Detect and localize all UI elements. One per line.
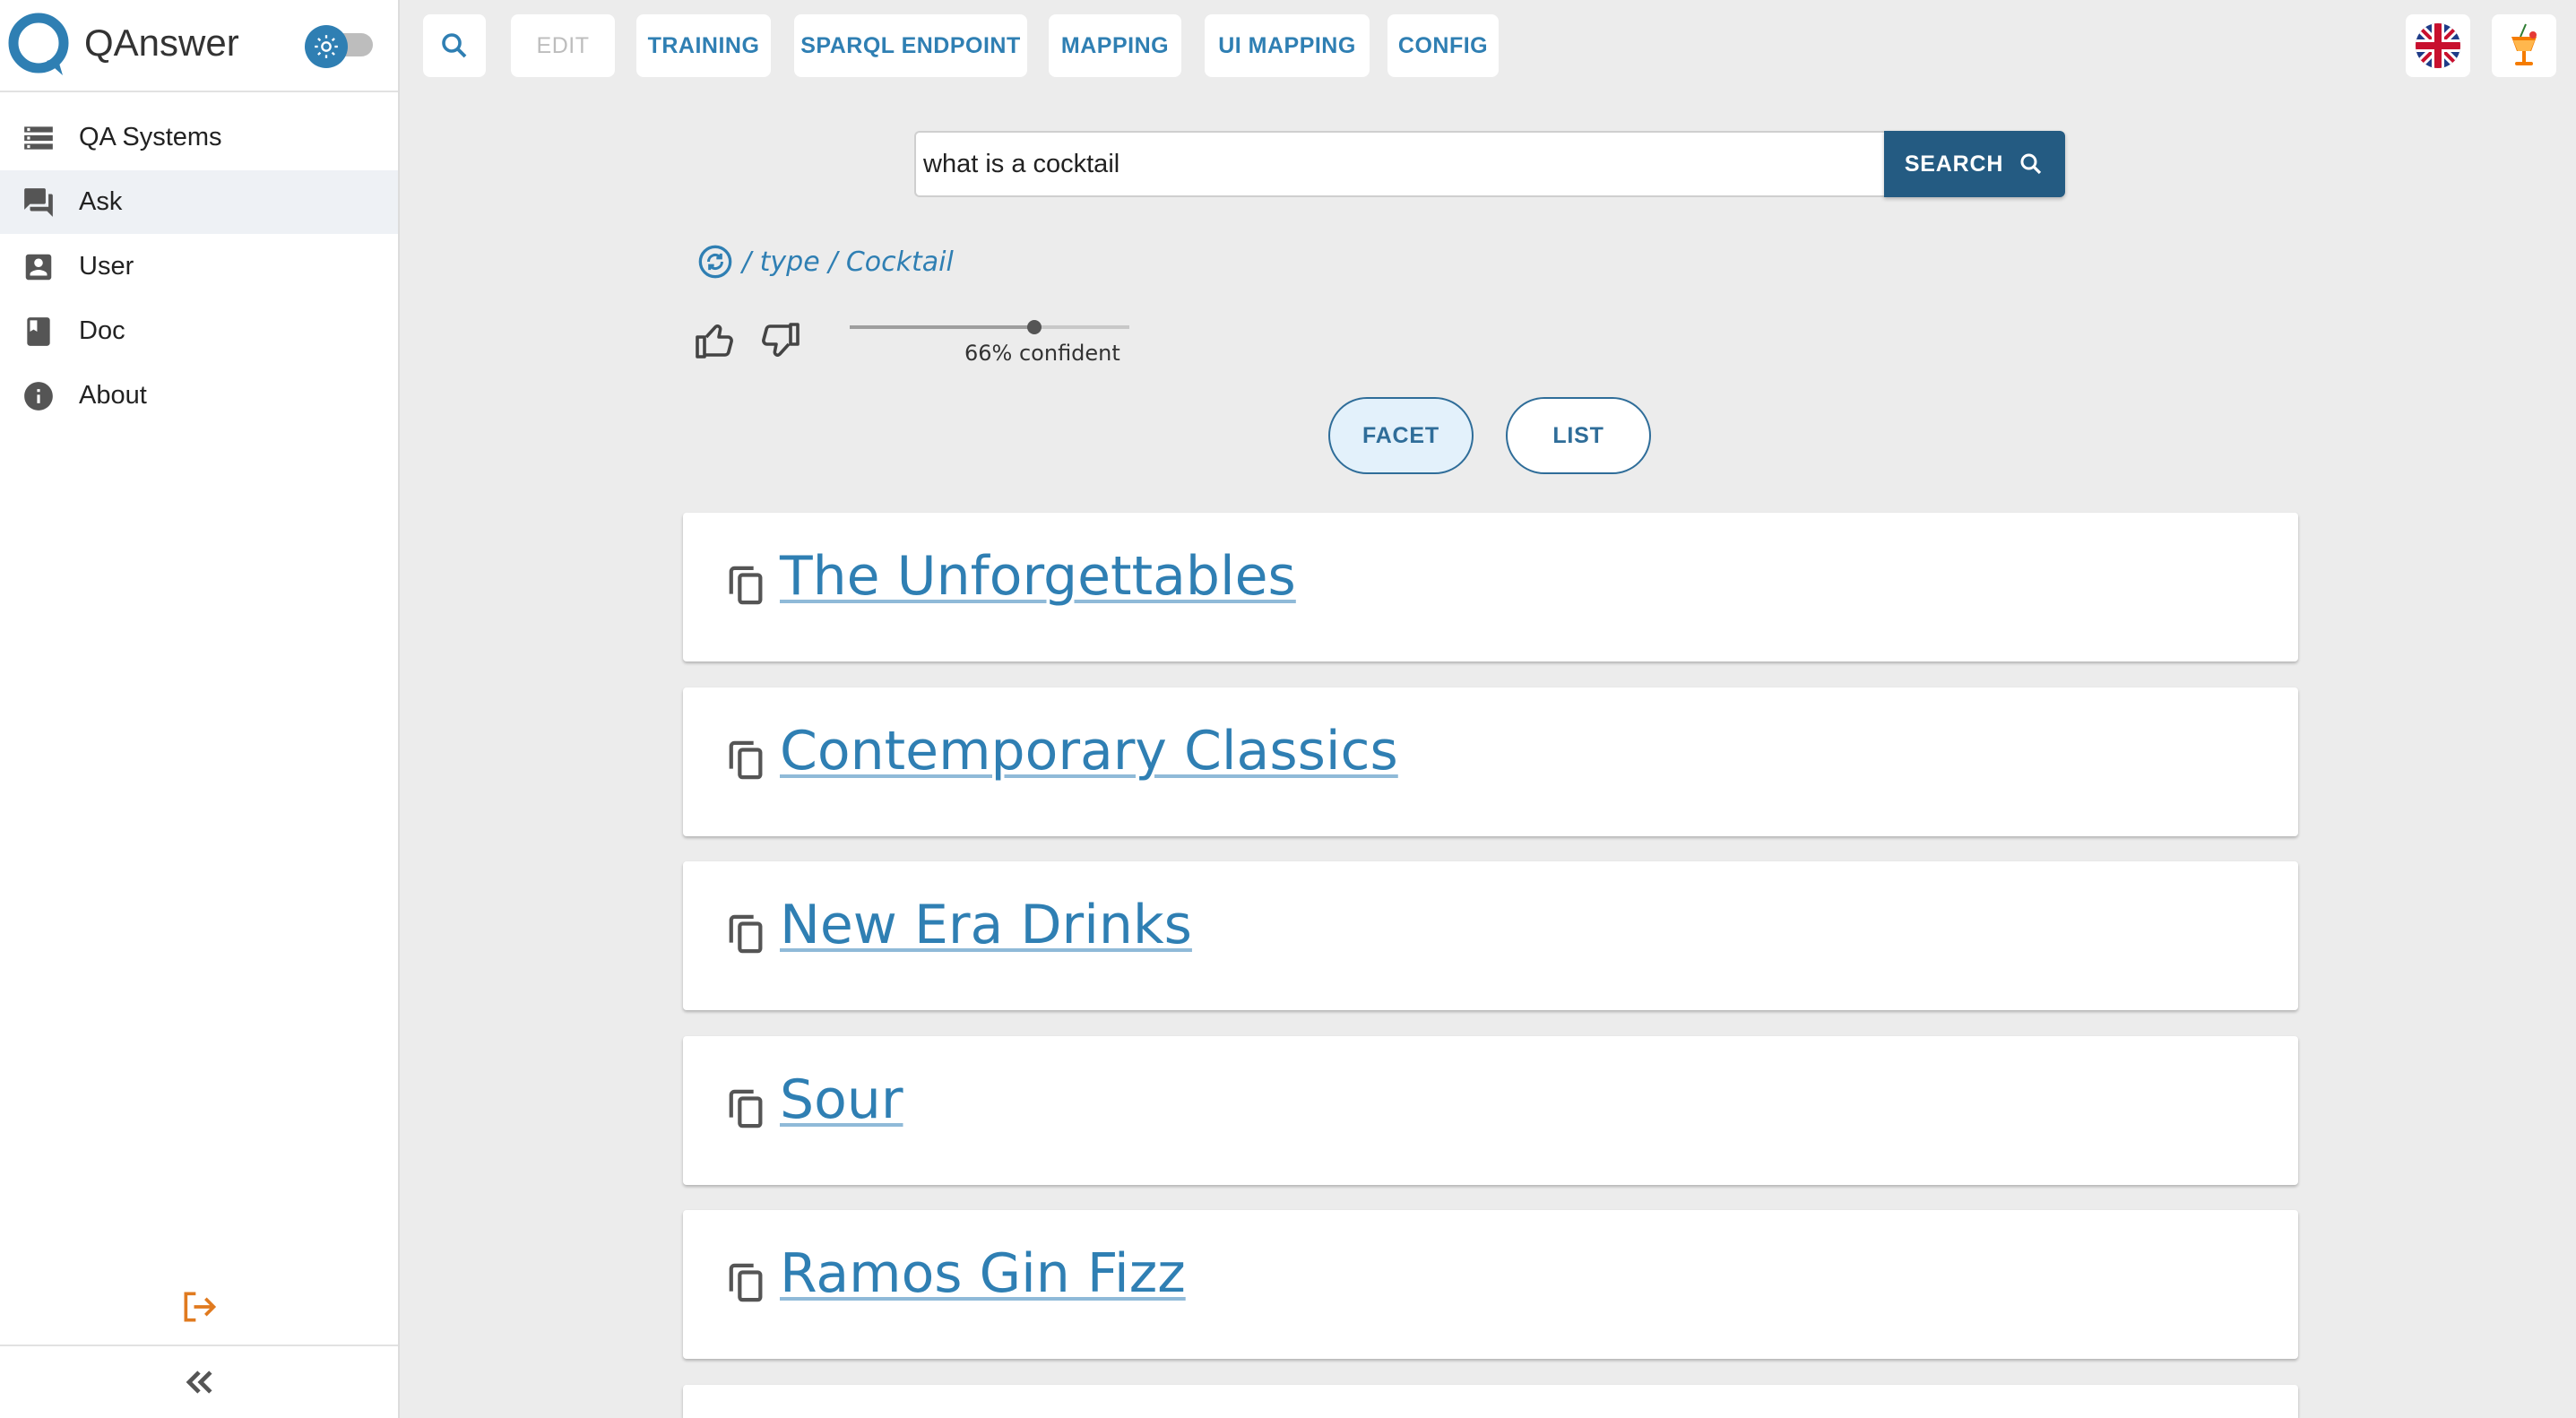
result-card: Ramos Gin Fizz	[683, 1210, 2298, 1359]
sidebar-item-user[interactable]: User	[0, 235, 398, 298]
copy-icon[interactable]	[726, 563, 767, 608]
list-view-button[interactable]: LIST	[1506, 397, 1651, 474]
forum-icon	[24, 187, 53, 217]
sidebar-item-qa-systems[interactable]: QA Systems	[0, 106, 398, 169]
cocktail-icon	[2511, 23, 2537, 65]
thumb-up-icon[interactable]	[694, 319, 737, 362]
result-link[interactable]: Ramos Gin Fizz	[780, 1242, 1186, 1305]
edit-button[interactable]: EDIT	[511, 14, 615, 77]
account-box-icon	[25, 254, 52, 280]
theme-toggle[interactable]	[305, 25, 375, 68]
confidence-slider	[850, 325, 1129, 329]
sidebar-item-label: QA Systems	[79, 123, 222, 151]
copy-icon[interactable]	[726, 738, 767, 782]
refresh-circle-icon[interactable]	[697, 244, 733, 280]
sidebar-item-about[interactable]: About	[0, 364, 398, 428]
dataset-button[interactable]	[2492, 14, 2556, 77]
brand-header: QAnswer	[0, 0, 398, 92]
result-link[interactable]: Contemporary Classics	[780, 720, 1398, 782]
sidebar-footer	[0, 1345, 398, 1418]
search-icon	[2020, 153, 2042, 175]
sidebar-item-label: User	[79, 252, 134, 281]
copy-icon[interactable]	[726, 1086, 767, 1131]
result-link[interactable]: Sour	[780, 1068, 903, 1131]
breadcrumb-path[interactable]: / type / Cocktail	[742, 246, 954, 278]
copy-icon[interactable]	[726, 1260, 767, 1305]
sidebar-item-ask[interactable]: Ask	[0, 170, 398, 234]
training-button[interactable]: TRAINING	[636, 14, 771, 77]
qanswer-logo-icon[interactable]	[7, 11, 70, 79]
search-input[interactable]	[923, 133, 1873, 195]
search-button-label: SEARCH	[1904, 151, 2004, 177]
result-card: New Era Drinks	[683, 861, 2298, 1010]
search-toggle-button[interactable]	[423, 14, 486, 77]
breadcrumb: / type / Cocktail	[697, 244, 954, 280]
sidebar-item-label: Ask	[79, 187, 123, 216]
copy-icon[interactable]	[726, 912, 767, 956]
search-icon	[442, 33, 467, 58]
sidebar-item-label: Doc	[79, 316, 125, 345]
sidebar-item-doc[interactable]: Doc	[0, 299, 398, 363]
sparql-endpoint-button[interactable]: SPARQL ENDPOINT	[794, 14, 1027, 77]
result-card: Sour	[683, 1036, 2298, 1185]
result-link[interactable]: The Unforgettables	[780, 545, 1296, 608]
book-icon	[27, 316, 50, 346]
result-card: The Unforgettables	[683, 513, 2298, 661]
search-box	[914, 131, 1884, 197]
language-button[interactable]	[2406, 14, 2470, 77]
sidebar: QAnswer QA Systems Ask User Doc About	[0, 0, 400, 1418]
sidebar-item-label: About	[79, 381, 147, 410]
ui-mapping-button[interactable]: UI MAPPING	[1205, 14, 1370, 77]
sun-icon	[305, 25, 348, 68]
double-chevron-left-icon[interactable]	[179, 1362, 219, 1402]
search-button[interactable]: SEARCH	[1884, 131, 2065, 197]
app-name: QAnswer	[84, 22, 239, 64]
storage-icon	[24, 125, 53, 150]
confidence-label: 66% confident	[964, 341, 1120, 366]
uk-flag-icon	[2416, 23, 2460, 68]
confidence-slider-thumb	[1026, 320, 1042, 334]
thumb-down-icon[interactable]	[758, 319, 801, 362]
info-icon	[24, 381, 53, 411]
confidence-slider-fill	[850, 325, 1034, 329]
mapping-button[interactable]: MAPPING	[1049, 14, 1181, 77]
result-card-partial	[683, 1385, 2298, 1418]
result-card: Contemporary Classics	[683, 687, 2298, 836]
facet-view-button[interactable]: FACET	[1328, 397, 1474, 474]
result-link[interactable]: New Era Drinks	[780, 894, 1192, 956]
logout-icon[interactable]	[179, 1287, 219, 1327]
config-button[interactable]: CONFIG	[1387, 14, 1499, 77]
